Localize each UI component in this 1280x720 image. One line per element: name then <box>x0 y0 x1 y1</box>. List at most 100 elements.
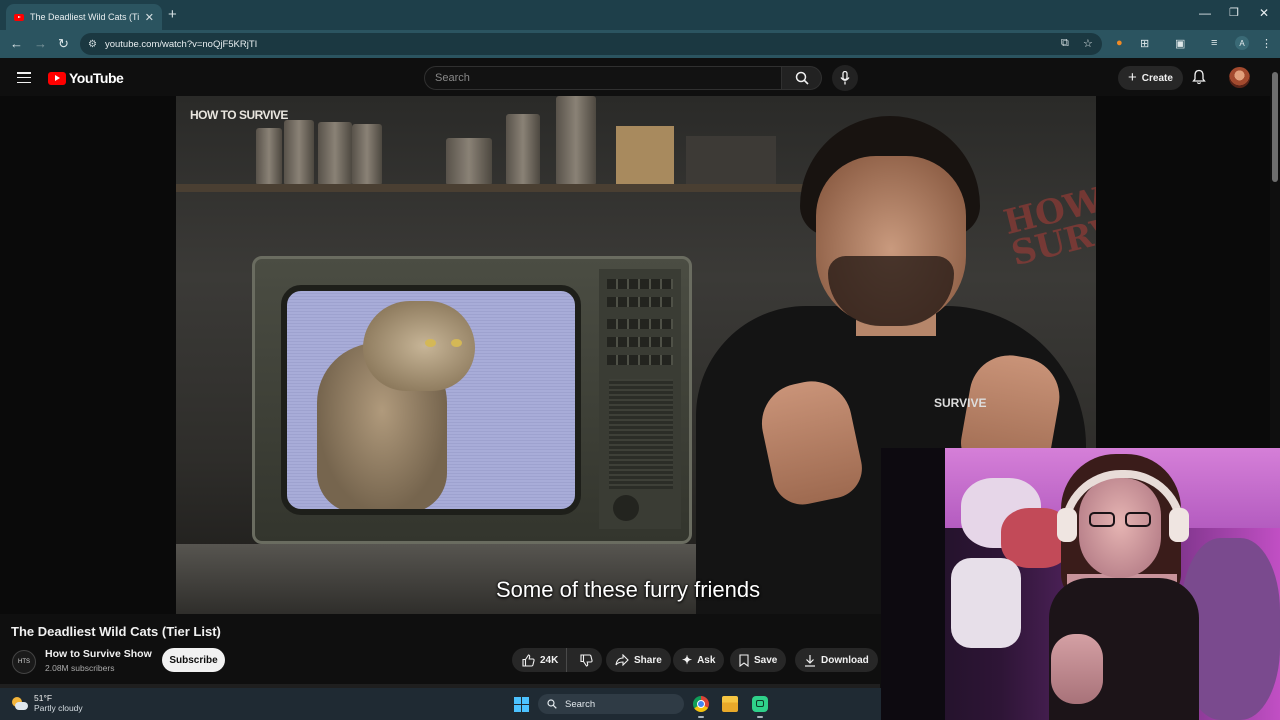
save-button[interactable]: Save <box>730 648 787 672</box>
restore-icon[interactable]: ❐ <box>1229 6 1239 19</box>
bookmark-star-icon[interactable]: ☆ <box>1083 37 1093 50</box>
retro-tv <box>252 256 692 544</box>
search-field[interactable] <box>424 66 782 90</box>
jar <box>446 138 492 184</box>
tab-close-icon[interactable]: ✕ <box>145 11 154 24</box>
windows-taskbar: 51°F Partly cloudy Search <box>0 688 881 720</box>
temperature: 51°F <box>34 693 53 703</box>
tab-title: The Deadliest Wild Cats (Tier Li <box>30 12 139 22</box>
create-label: Create <box>1141 72 1173 84</box>
weather-widget[interactable]: 51°F Partly cloudy <box>12 693 83 714</box>
reload-icon[interactable]: ↻ <box>58 36 69 52</box>
screen: The Deadliest Wild Cats (Tier Li ✕ + — ❐… <box>0 0 1280 720</box>
account-avatar[interactable] <box>1229 67 1250 88</box>
save-label: Save <box>754 654 778 666</box>
microphone-icon <box>840 71 850 85</box>
download-label: Download <box>821 654 869 666</box>
browser-tab[interactable]: The Deadliest Wild Cats (Tier Li ✕ <box>6 4 162 30</box>
active-app-indicator <box>757 716 763 718</box>
browser-menu-icon[interactable]: ⋮ <box>1261 37 1272 50</box>
subscriber-count: 2.08M subscribers <box>45 663 115 673</box>
scrollbar-thumb[interactable] <box>1272 72 1278 182</box>
cat-eye <box>425 339 436 347</box>
cardboard-box <box>616 126 674 184</box>
tv-screen <box>281 285 581 515</box>
windows-start-icon[interactable] <box>514 697 529 712</box>
notifications-bell-icon[interactable] <box>1192 69 1206 85</box>
youtube-logo[interactable]: YouTube <box>48 70 124 86</box>
search-input[interactable] <box>435 72 765 84</box>
forward-icon[interactable]: → <box>34 36 47 51</box>
taskbar-search-label: Search <box>565 698 596 710</box>
partly-cloudy-icon <box>12 696 28 711</box>
profile-avatar[interactable]: A <box>1235 36 1249 50</box>
jar <box>556 96 596 184</box>
dislike-button[interactable] <box>572 648 601 672</box>
extensions-puzzle-icon[interactable]: ⊞ <box>1140 37 1149 50</box>
youtube-favicon-icon <box>14 13 24 21</box>
browser-tab-bar: The Deadliest Wild Cats (Tier Li ✕ + — ❐… <box>0 0 1280 30</box>
menu-icon[interactable] <box>17 72 31 84</box>
subscribe-button[interactable]: Subscribe <box>162 648 225 672</box>
minimize-icon[interactable]: — <box>1199 6 1211 20</box>
weather-description: Partly cloudy <box>34 703 83 713</box>
new-tab-icon[interactable]: + <box>168 6 177 23</box>
extension-icon[interactable]: ● <box>1116 37 1123 49</box>
jar <box>318 122 352 184</box>
shirt-logo: SURVIVE <box>934 396 987 410</box>
download-button[interactable]: Download <box>795 648 878 672</box>
media-controls-icon[interactable]: ≡ <box>1211 37 1217 49</box>
tv-control-panel <box>599 269 681 529</box>
address-bar[interactable]: ⚙ youtube.com/watch?v=noQjF5KRjTI <box>80 33 1102 55</box>
bookmark-icon <box>739 653 749 667</box>
search-button[interactable] <box>782 66 822 90</box>
file-explorer-icon[interactable] <box>722 696 738 712</box>
video-title: The Deadliest Wild Cats (Tier List) <box>11 624 221 639</box>
back-icon[interactable]: ← <box>10 36 23 51</box>
browser-toolbar: ← → ↻ ⚙ youtube.com/watch?v=noQjF5KRjTI … <box>0 30 1280 58</box>
cat-eye <box>451 339 462 347</box>
chair <box>951 558 1021 648</box>
like-button[interactable]: 24K <box>512 648 568 672</box>
install-app-icon[interactable]: ⧉ <box>1061 37 1069 50</box>
youtube-play-icon <box>48 71 66 85</box>
url-text: youtube.com/watch?v=noQjF5KRjTI <box>104 38 258 50</box>
share-label: Share <box>634 654 662 666</box>
download-icon <box>805 654 815 667</box>
taskbar-search-icon <box>547 699 557 709</box>
jar <box>352 124 382 184</box>
video-caption: Some of these furry friends <box>496 577 761 602</box>
chrome-icon[interactable] <box>693 696 709 712</box>
thumbs-up-icon <box>522 653 535 667</box>
sparkle-icon: ✦ <box>682 653 693 667</box>
youtube-logo-text: YouTube <box>69 70 124 86</box>
webcam-overlay <box>881 448 1280 720</box>
taskbar-search[interactable]: Search <box>538 694 684 714</box>
share-button[interactable]: Share <box>606 648 671 672</box>
streaming-app-icon[interactable] <box>752 696 768 712</box>
side-panel-icon[interactable]: ▣ <box>1175 37 1185 50</box>
channel-name[interactable]: How to Survive Show <box>45 648 152 660</box>
share-arrow-icon <box>615 654 629 666</box>
streamer-hand <box>1051 634 1103 704</box>
search-icon <box>795 71 809 85</box>
ask-button[interactable]: ✦ Ask <box>673 648 725 672</box>
jar <box>256 128 282 184</box>
how-to-survive-logo: HOW TO SURVIVE <box>190 108 288 122</box>
window-close-icon[interactable]: ✕ <box>1259 6 1269 20</box>
plus-icon: + <box>1128 69 1137 86</box>
jar <box>284 120 314 184</box>
youtube-header: YouTube + Create <box>0 58 1270 96</box>
thumbs-down-icon <box>580 653 593 667</box>
site-settings-icon[interactable]: ⚙ <box>88 39 97 50</box>
active-app-indicator <box>698 716 704 718</box>
streamer <box>1031 448 1221 720</box>
voice-search-button[interactable] <box>832 65 858 91</box>
jar <box>506 114 540 184</box>
like-count: 24K <box>540 654 559 666</box>
like-dislike-group: 24K <box>512 648 602 672</box>
create-button[interactable]: + Create <box>1118 66 1183 90</box>
ask-label: Ask <box>697 654 716 666</box>
cat-head <box>363 301 475 391</box>
channel-avatar[interactable]: HTS <box>12 650 36 674</box>
